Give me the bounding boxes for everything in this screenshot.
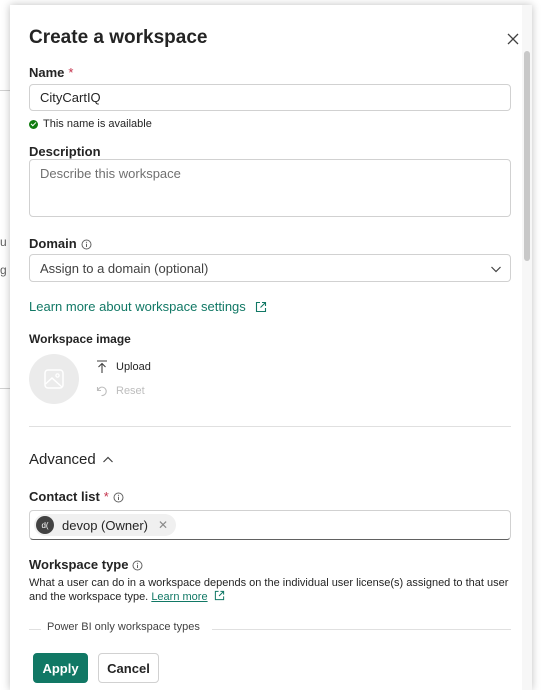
upload-button[interactable]: Upload [96,360,151,374]
close-icon [507,33,519,45]
backdrop-text-fragment: u [0,235,7,249]
advanced-label: Advanced [29,451,96,468]
group-border [29,629,41,630]
name-input[interactable] [29,84,511,111]
description-textarea[interactable]: Describe this workspace [29,159,511,217]
reset-label: Reset [116,385,145,397]
scrollbar-thumb[interactable] [524,51,530,261]
name-availability-status: This name is available [29,118,152,130]
name-label: Name * [29,65,74,80]
chevron-up-icon [102,456,113,462]
apply-button[interactable]: Apply [33,653,88,683]
panel-title: Create a workspace [29,27,208,48]
contact-list-label: Contact list * [29,489,124,504]
info-icon [81,239,92,250]
workspace-type-label: Workspace type [29,557,143,572]
workspace-image-label: Workspace image [29,332,131,346]
workspace-type-description-text: What a user can do in a workspace depend… [29,577,509,603]
workspace-image-placeholder [29,354,79,404]
remove-contact-icon[interactable]: ✕ [158,518,168,532]
section-divider [29,426,511,427]
close-button[interactable] [504,30,522,48]
workspace-settings-link-text: Learn more about workspace settings [29,299,246,314]
required-mark: * [103,489,109,504]
cancel-button[interactable]: Cancel [98,653,159,683]
undo-icon [96,386,107,397]
advanced-toggle[interactable]: Advanced [29,451,114,468]
open-in-new-icon [214,590,224,601]
group-legend: Power BI only workspace types [47,621,200,633]
workspace-type-description: What a user can do in a workspace depend… [29,576,511,604]
workspace-settings-link[interactable]: Learn more about workspace settings [29,299,267,314]
open-in-new-icon [255,301,266,312]
upload-label: Upload [116,361,151,373]
info-icon [132,560,143,571]
domain-placeholder: Assign to a domain (optional) [40,261,209,276]
availability-text: This name is available [43,118,152,130]
info-icon [113,492,124,503]
power-bi-workspace-types-group: Power BI only workspace types [29,621,511,635]
contact-pill: d( devop (Owner) ✕ [34,514,177,536]
chevron-down-icon [491,266,501,273]
backdrop-divider [0,90,10,91]
description-label: Description [29,144,101,159]
domain-dropdown[interactable]: Assign to a domain (optional) [29,254,511,282]
panel-scrollbar[interactable] [522,5,532,690]
avatar: d( [36,516,54,534]
image-icon [44,369,64,389]
contact-list-picker[interactable]: d( devop (Owner) ✕ [29,510,511,540]
backdrop-text-fragment: g [0,263,7,277]
required-mark: * [68,65,74,80]
domain-label: Domain [29,236,92,251]
description-placeholder: Describe this workspace [40,166,181,181]
create-workspace-panel: Create a workspace Name* This name is av… [10,5,532,690]
reset-button[interactable]: Reset [96,385,145,397]
backdrop-divider [0,388,10,389]
checkmark-circle-icon [29,119,38,129]
contact-name: devop (Owner) [62,517,148,533]
upload-icon [97,360,107,373]
group-border [212,629,511,630]
workspace-type-learn-more-link[interactable]: Learn more [151,591,207,603]
